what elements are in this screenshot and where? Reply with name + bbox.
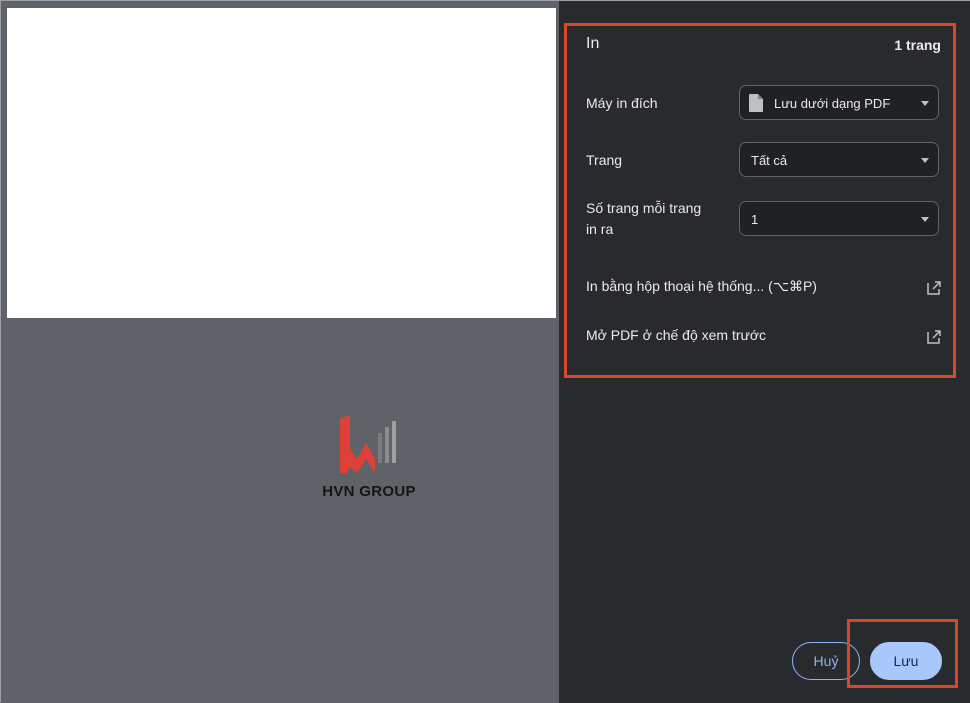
print-preview-area: HVN GROUP (1, 1, 559, 703)
save-highlight-box (847, 619, 958, 688)
logo-text: HVN GROUP (322, 483, 416, 500)
settings-highlight-box (564, 23, 956, 378)
window-frame: HVN GROUP In 1 trang Máy in đích Lưu dướ… (0, 0, 970, 703)
hvn-group-logo: HVN GROUP (317, 415, 421, 505)
logo-mark-icon (340, 415, 396, 473)
preview-page (7, 8, 556, 318)
